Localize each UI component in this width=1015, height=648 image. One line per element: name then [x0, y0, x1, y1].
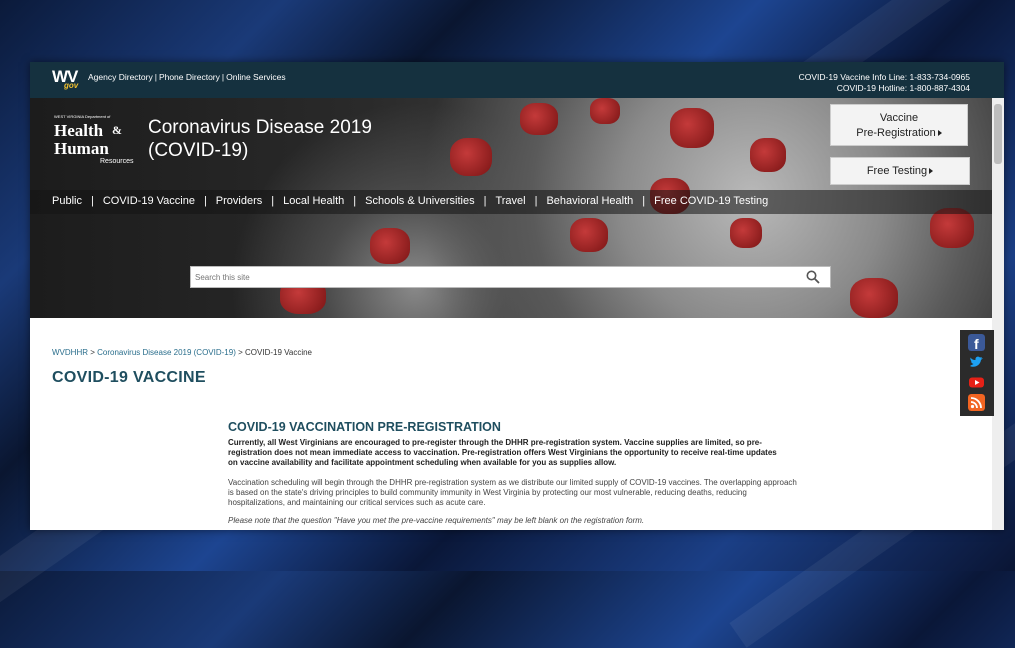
cta-vaccine-line2: Pre-Registration — [856, 127, 936, 139]
link-separator: | — [221, 72, 225, 82]
nav-item-public[interactable]: Public — [52, 195, 82, 207]
intro-paragraph: Currently, all West Virginians are encou… — [228, 438, 777, 467]
cta-vaccine-line1: Vaccine — [879, 112, 919, 124]
agency-directory-link[interactable]: Agency Directory — [88, 72, 153, 82]
site-title-line1: Coronavirus Disease 2019 — [148, 117, 372, 138]
virus-spike-decoration — [570, 218, 608, 252]
cta-vaccine-line2-wrap: Pre-Registration — [831, 126, 967, 141]
nav-item-behavioral-health[interactable]: Behavioral Health — [546, 195, 633, 207]
section-title: COVID-19 VACCINATION PRE-REGISTRATION — [228, 420, 501, 434]
page-scrollbar[interactable] — [992, 98, 1004, 530]
virus-spike-decoration — [850, 278, 898, 318]
virus-spike-decoration — [520, 103, 558, 135]
virus-spike-decoration — [670, 108, 714, 148]
breadcrumb-separator: > — [90, 348, 95, 357]
nav-separator: | — [90, 195, 94, 207]
nav-separator: | — [353, 195, 357, 207]
nav-separator: | — [534, 195, 538, 207]
dhhr-logo-human: Human — [54, 139, 109, 158]
dhhr-logo-small-text: WEST VIRGINIA Department of — [54, 114, 111, 119]
cta-testing-label: Free Testing — [866, 165, 928, 177]
page-title: COVID-19 VACCINE — [52, 369, 206, 386]
virus-spike-decoration — [370, 228, 410, 264]
social-links: f — [960, 330, 994, 416]
body-paragraph: Vaccination scheduling will begin throug… — [228, 478, 797, 507]
youtube-icon[interactable] — [968, 374, 985, 391]
utility-links: Agency Directory | Phone Directory | Online … — [88, 72, 286, 82]
nav-item-free-testing[interactable]: Free COVID-19 Testing — [654, 195, 768, 207]
nav-item-local-health[interactable]: Local Health — [283, 195, 344, 207]
virus-spike-decoration — [590, 98, 620, 124]
virus-spike-decoration — [450, 138, 492, 176]
nav-item-covid-vaccine[interactable]: COVID-19 Vaccine — [103, 195, 195, 207]
virus-spike-decoration — [750, 138, 786, 172]
vaccine-preregistration-button[interactable]: Vaccine Pre-Registration — [830, 104, 968, 146]
site-search — [190, 266, 831, 288]
dhhr-logo-health: Health — [54, 121, 104, 140]
caret-right-icon — [937, 130, 942, 136]
scrollbar-thumb[interactable] — [994, 104, 1002, 164]
main-nav: Public | COVID-19 Vaccine | Providers | Local … — [30, 190, 992, 214]
dhhr-logo-ampersand: & — [112, 123, 122, 137]
breadcrumb-separator: > — [238, 348, 243, 357]
nav-item-schools-universities[interactable]: Schools & Universities — [365, 195, 474, 207]
online-services-link[interactable]: Online Services — [226, 72, 286, 82]
breadcrumb: WVDHHR > Coronavirus Disease 2019 (COVID… — [52, 348, 312, 357]
vaccine-info-line: COVID-19 Vaccine Info Line: 1-833-734-09… — [798, 72, 970, 82]
site-title-line2: (COVID-19) — [148, 140, 249, 161]
registration-note: Please note that the question "Have you … — [228, 516, 645, 525]
free-testing-button[interactable]: Free Testing — [830, 157, 970, 185]
utility-bar: WV gov Agency Directory | Phone Directory |… — [30, 62, 1004, 98]
rss-icon[interactable] — [968, 394, 985, 411]
nav-separator: | — [483, 195, 487, 207]
nav-separator: | — [642, 195, 646, 207]
nav-separator: | — [203, 195, 207, 207]
nav-item-travel[interactable]: Travel — [495, 195, 525, 207]
nav-separator: | — [271, 195, 275, 207]
breadcrumb-current: COVID-19 Vaccine — [245, 348, 313, 357]
covid-hotline: COVID-19 Hotline: 1-800-887-4304 — [836, 83, 970, 93]
dhhr-logo-resources: Resources — [100, 158, 134, 165]
twitter-icon[interactable] — [968, 354, 985, 371]
search-input[interactable] — [191, 267, 799, 288]
breadcrumb-link-covid[interactable]: Coronavirus Disease 2019 (COVID-19) — [97, 348, 236, 357]
breadcrumb-link-wvdhhr[interactable]: WVDHHR — [52, 348, 88, 357]
hero-banner: WEST VIRGINIA Department of Health & Hum… — [30, 98, 992, 318]
dhhr-logo[interactable]: WEST VIRGINIA Department of Health & Hum… — [52, 114, 137, 165]
hotline-info: COVID-19 Vaccine Info Line: 1-833-734-09… — [799, 72, 970, 94]
caret-right-icon — [929, 168, 934, 174]
virus-spike-decoration — [930, 208, 974, 248]
link-separator: | — [154, 72, 157, 82]
wv-logo-gov: gov — [64, 81, 79, 90]
nav-list: Public | COVID-19 Vaccine | Providers | Local … — [52, 195, 768, 207]
wv-gov-logo[interactable]: WV gov — [52, 67, 82, 91]
facebook-icon[interactable]: f — [968, 334, 985, 351]
svg-text:f: f — [974, 336, 979, 351]
search-icon[interactable] — [806, 270, 820, 284]
browser-viewport: WV gov Agency Directory | Phone Directory |… — [30, 62, 1004, 530]
nav-item-providers[interactable]: Providers — [216, 195, 262, 207]
site-title[interactable]: Coronavirus Disease 2019 (COVID-19) — [148, 116, 372, 162]
phone-directory-link[interactable]: Phone Directory — [159, 72, 220, 82]
virus-spike-decoration — [730, 218, 762, 248]
